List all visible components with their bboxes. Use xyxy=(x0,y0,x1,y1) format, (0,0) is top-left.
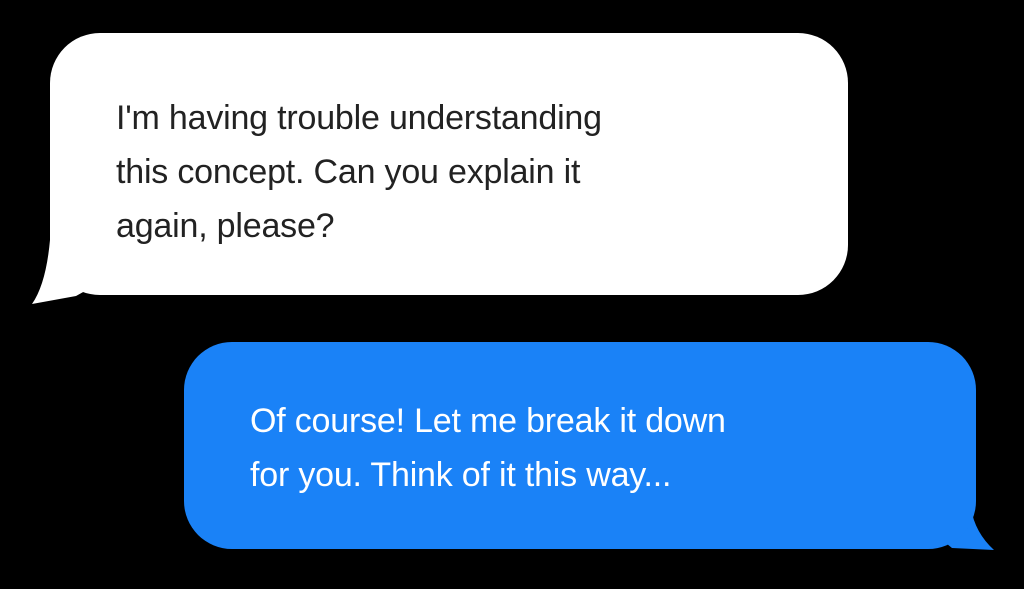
incoming-message-bubble: I'm having trouble understanding this co… xyxy=(50,33,848,295)
message-text-line: I'm having trouble understanding xyxy=(116,99,602,137)
chat-thread: I'm having trouble understanding this co… xyxy=(0,0,1024,589)
message-text-line: Of course! Let me break it down xyxy=(250,402,726,440)
message-text-line: this concept. Can you explain it xyxy=(116,153,581,191)
outgoing-message-bubble: Of course! Let me break it down for you.… xyxy=(184,342,976,549)
message-text-line: again, please? xyxy=(116,207,335,245)
message-text-line: for you. Think of it this way... xyxy=(250,456,672,494)
